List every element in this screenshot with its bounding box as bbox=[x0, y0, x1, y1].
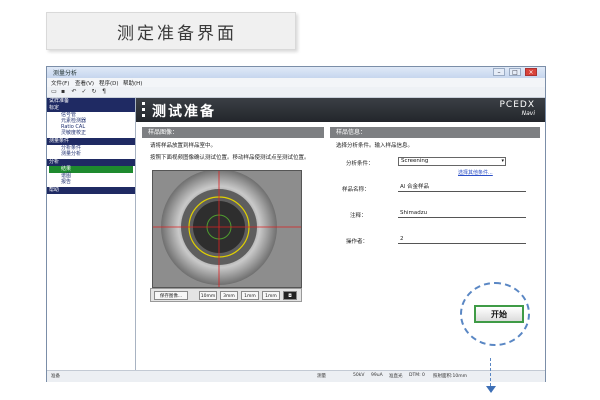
sample-name-field[interactable]: Al 合金样品 bbox=[398, 183, 526, 192]
camera-view[interactable] bbox=[152, 170, 302, 288]
sample-instruction-2: 按照下面视频图像确认测试位置。移动样品使测试点至测试位置。 bbox=[150, 155, 310, 161]
note-field[interactable]: Shimadzu bbox=[398, 209, 526, 218]
zoom-10mm-button[interactable]: 10mm bbox=[199, 291, 217, 300]
app-window: 测量分析 – □ × 文件(F) 查看(V) 程序(D) 帮助(H) ▭ ▪ ↶… bbox=[46, 66, 546, 382]
save-icon[interactable]: ▪ bbox=[60, 89, 66, 95]
nav-item-results[interactable]: 结果 bbox=[49, 166, 133, 173]
menu-program[interactable]: 程序(D) bbox=[99, 79, 119, 87]
page-title: 测试准备 bbox=[152, 104, 216, 120]
brand-sub: Navi bbox=[521, 110, 535, 117]
zoom-1mm-button[interactable]: 1mm bbox=[241, 291, 259, 300]
caption-text: 测定准备界面 bbox=[117, 23, 237, 44]
guide-arrow-line bbox=[490, 358, 491, 386]
nav-section-analysis[interactable]: 分析 bbox=[47, 159, 135, 166]
start-button[interactable]: 开始 bbox=[474, 305, 524, 323]
window-title: 测量分析 bbox=[53, 70, 78, 77]
brand-name: PCEDX bbox=[499, 100, 535, 110]
close-button[interactable]: × bbox=[525, 68, 537, 76]
menu-file[interactable]: 文件(F) bbox=[51, 79, 69, 87]
main-content: 测试准备 PCEDX Navi 样品图像： 请将样品放置到样品室中。 按照下面视… bbox=[136, 98, 545, 370]
brand-logo: PCEDX Navi bbox=[500, 100, 536, 117]
save-image-button[interactable]: 保存图像... bbox=[154, 291, 188, 300]
status-voltage: 50kV bbox=[353, 373, 365, 378]
note-label: 注释： bbox=[350, 213, 367, 219]
nav-section-conditions[interactable]: 测量条件 bbox=[47, 138, 135, 145]
nav-item-measure[interactable]: 测量分析 bbox=[61, 151, 81, 158]
sample-info-header: 样品信息： bbox=[330, 127, 540, 138]
zoom-3mm-button[interactable]: 3mm bbox=[220, 291, 238, 300]
menu-help[interactable]: 帮助(H) bbox=[123, 79, 142, 87]
camera-icon[interactable]: ◘ bbox=[283, 291, 297, 300]
nav-section-help[interactable]: 帮助 bbox=[47, 187, 135, 194]
condition-select[interactable]: Screening ▾ bbox=[398, 157, 506, 166]
condition-value: Screening bbox=[401, 158, 429, 164]
sample-name-label: 样品名称： bbox=[342, 187, 370, 193]
operator-label: 操作者： bbox=[346, 239, 369, 245]
camera-toolbar: 保存图像... 10mm 3mm 1mm 1mm ◘ bbox=[150, 288, 302, 302]
caption-box: 测定准备界面 bbox=[46, 12, 296, 50]
undo-icon[interactable]: ↶ bbox=[71, 89, 77, 95]
sample-image-header: 样品图像： bbox=[142, 127, 324, 138]
menu-view[interactable]: 查看(V) bbox=[75, 79, 94, 87]
nav-section-calibration[interactable]: 标定 bbox=[47, 105, 135, 112]
open-icon[interactable]: ▭ bbox=[51, 89, 57, 95]
status-bar: 准备 测量 50kV 99uA 准直光 DTM: 0 照射面积:10mm bbox=[47, 370, 545, 382]
camera-image bbox=[153, 171, 301, 287]
zoom-1mm-alt-button[interactable]: 1mm bbox=[262, 291, 280, 300]
sidebar: 试样准备 标定 信号管 元素检测器 Ratio CAL 灵敏度校正 测量条件 分… bbox=[47, 98, 136, 370]
sample-info-instruction: 选择分析条件。输入样品信息。 bbox=[336, 143, 414, 149]
content-header: 测试准备 PCEDX Navi bbox=[136, 98, 545, 122]
condition-label: 分析条件： bbox=[346, 161, 374, 167]
status-dtm: DTM: 0 bbox=[409, 373, 425, 378]
operator-field[interactable]: 2 bbox=[398, 235, 526, 244]
probe-icon[interactable]: ¶ bbox=[101, 89, 107, 95]
check-icon[interactable]: ✓ bbox=[81, 89, 87, 95]
maximize-button[interactable]: □ bbox=[509, 68, 521, 76]
sample-instruction-1: 请将样品放置到样品室中。 bbox=[150, 143, 217, 149]
nav-item-sensitivity[interactable]: 灵敏度校正 bbox=[61, 130, 86, 137]
run-icon[interactable]: ↻ bbox=[91, 89, 97, 95]
chevron-down-icon: ▾ bbox=[501, 158, 504, 164]
start-highlight-ring: 开始 bbox=[460, 282, 530, 346]
header-dots bbox=[142, 102, 146, 118]
status-area: 照射面积:10mm bbox=[433, 374, 468, 379]
status-collimator: 准直光 bbox=[389, 374, 403, 379]
nav-section-prep[interactable]: 试样准备 bbox=[47, 98, 135, 105]
minimize-button[interactable]: – bbox=[493, 68, 505, 76]
toolbar: ▭ ▪ ↶ ✓ ↻ ¶ bbox=[47, 87, 545, 98]
status-ready: 准备 bbox=[51, 374, 60, 379]
titlebar: 测量分析 – □ × bbox=[47, 67, 545, 78]
status-current: 99uA bbox=[371, 373, 383, 378]
status-measure: 测量 bbox=[317, 374, 326, 379]
nav-item-report[interactable]: 报告 bbox=[61, 179, 71, 186]
guide-arrow-icon bbox=[486, 386, 496, 393]
other-condition-link[interactable]: 选择其他条件... bbox=[458, 169, 493, 176]
